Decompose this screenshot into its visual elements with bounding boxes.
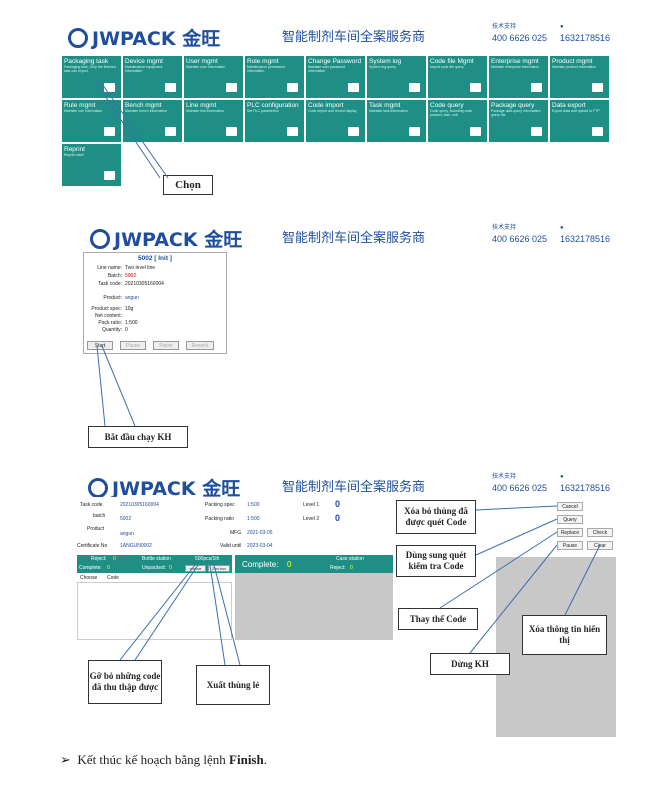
leader-clear (564, 544, 601, 616)
leader-cancel (475, 505, 558, 511)
leader-chon (94, 80, 169, 179)
leader-replace (439, 531, 558, 609)
footer-end: . (263, 752, 267, 767)
footer-bold: Finish (229, 752, 264, 767)
bullet-icon: ➢ (60, 752, 71, 767)
leader-start (96, 345, 136, 427)
leader-zero (209, 564, 241, 666)
leader-remove (119, 564, 199, 661)
footer-text: Kết thúc kế hoạch bằng lệnh (77, 752, 230, 767)
footer-note: ➢ Kết thúc kế hoạch bằng lệnh Finish. (60, 752, 267, 768)
leader-query (475, 518, 558, 556)
callout-lines (94, 80, 601, 666)
leader-pause (469, 544, 558, 654)
